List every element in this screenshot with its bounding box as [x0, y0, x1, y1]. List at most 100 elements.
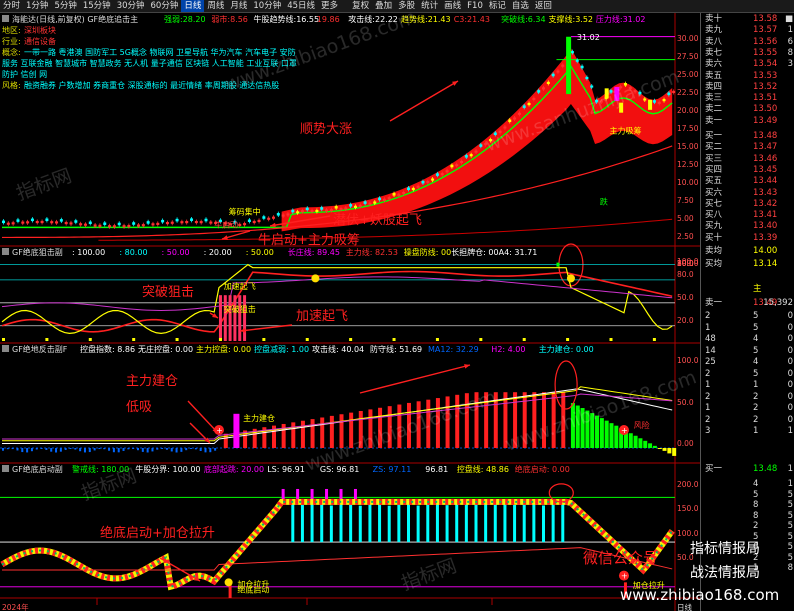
order-cell: 48 — [705, 334, 716, 344]
header-value: 防守线: 51.69 — [370, 344, 422, 354]
detail-row: 2 2 0 — [701, 391, 794, 403]
period-tab-2[interactable]: 5分钟 — [51, 0, 79, 12]
candle-body — [6, 222, 10, 225]
candle-body — [165, 222, 169, 225]
control-bar — [117, 448, 120, 453]
header-value: 压力线:31.02 — [596, 14, 646, 24]
info-key: 概念: — [2, 48, 21, 57]
axis-tick-label: 27.50 — [677, 52, 699, 61]
candle-body — [450, 164, 454, 168]
candle-body — [64, 221, 68, 225]
brand-wechat: 微信公众号 — [583, 549, 659, 567]
brand-title1: 指标情报局 — [690, 541, 760, 557]
candle-body — [127, 224, 131, 228]
candle-body — [93, 224, 97, 227]
tool-button-7[interactable]: 自选 — [509, 0, 532, 12]
order-cell: 3 — [787, 59, 793, 70]
tool-button-5[interactable]: F10 — [464, 0, 486, 12]
detail-header: 主 — [701, 283, 794, 295]
build-label: 主力建仓 — [243, 413, 275, 423]
tool-button-0[interactable]: 复权 — [349, 0, 372, 12]
sell-row: 卖五 13.53 — [701, 70, 794, 82]
header-value: 主力建仓: 0.00 — [539, 344, 594, 354]
control-bar — [108, 448, 111, 451]
info-row: 地区: 深圳板块 — [2, 25, 302, 36]
period-tab-6[interactable]: 日线 — [181, 0, 205, 12]
order-cell: 13.14 — [753, 259, 778, 269]
candle-body — [435, 173, 439, 176]
period-tab-7[interactable]: 周线 — [204, 0, 227, 12]
candle-body — [296, 211, 300, 214]
candle-body — [445, 170, 449, 173]
annotation-arrow — [359, 364, 471, 394]
header-value: 突破线:6.34 — [501, 14, 546, 24]
control-bar — [672, 448, 677, 456]
period-tab-8[interactable]: 月线 — [227, 0, 250, 12]
strength-bar — [320, 503, 324, 543]
order-cell: 13.58 — [753, 14, 778, 24]
control-bar — [652, 445, 657, 448]
candle-body — [556, 70, 560, 73]
control-bar — [214, 448, 217, 451]
control-bar — [194, 448, 197, 450]
candle-body — [122, 225, 126, 228]
detail-row: 2 5 0 — [701, 310, 794, 322]
period-tab-11[interactable]: 更多 — [318, 0, 341, 12]
tool-button-1[interactable]: 叠加 — [372, 0, 395, 12]
trend-band — [281, 48, 673, 232]
strength-bar — [300, 505, 304, 543]
period-tab-4[interactable]: 30分钟 — [114, 0, 148, 12]
control-bar — [127, 448, 130, 450]
control-bar — [657, 448, 662, 449]
candle-body — [180, 221, 184, 224]
candle-body — [209, 221, 213, 224]
order-cell: 13.49 — [753, 115, 778, 126]
sell-row: 卖九 13.57 1 — [701, 24, 794, 36]
breakthrough-bar — [243, 295, 247, 341]
order-cell: 买九 — [705, 221, 723, 232]
detail-row: 48 4 0 — [701, 333, 794, 345]
tool-button-4[interactable]: 画线 — [441, 0, 464, 12]
candle-body — [353, 205, 357, 208]
control-bar — [112, 448, 115, 453]
bottom-tick — [218, 338, 222, 341]
candle-body — [305, 207, 309, 211]
header-value: 牛股分界: 100.00 — [135, 464, 200, 474]
candle-body — [83, 223, 87, 226]
period-tab-10[interactable]: 45日线 — [284, 0, 318, 12]
bottom-tick — [522, 338, 526, 341]
breakthrough-bar — [228, 295, 232, 341]
bottom-tick — [88, 338, 92, 341]
period-tab-5[interactable]: 60分钟 — [148, 0, 182, 12]
order-cell: 0 — [787, 357, 793, 367]
bottom-tick — [435, 338, 439, 341]
period-tab-9[interactable]: 10分钟 — [250, 0, 284, 12]
period-tab-1[interactable]: 1分钟 — [23, 0, 51, 12]
control-bar — [79, 448, 82, 452]
candle-body — [542, 87, 545, 90]
order-cell: 买六 — [705, 187, 723, 198]
detail-row: 1 1 0 — [701, 379, 794, 391]
axis-tick-label: 0.00 — [677, 439, 694, 448]
period-tab-0[interactable]: 分时 — [0, 0, 23, 12]
candle-body — [407, 187, 410, 190]
candle-body — [411, 187, 415, 191]
highlight-circle — [554, 360, 578, 410]
candle-body — [11, 222, 15, 225]
header-value: 强弱:28.20 — [164, 15, 206, 24]
tool-button-8[interactable]: 返回 — [532, 0, 555, 12]
app-window: { "toolbar":{"items":["分时","1分钟","5分钟","… — [0, 0, 794, 611]
breakthrough-bar — [233, 295, 237, 341]
tool-button-3[interactable]: 统计 — [418, 0, 441, 12]
order-cell: 卖四 — [705, 81, 723, 92]
annotation-accel: 加速起飞 — [296, 309, 349, 324]
header-value: ZS: 97.11 — [373, 465, 412, 474]
tool-button-6[interactable]: 标记 — [486, 0, 509, 12]
axis-tick-label: 80.0 — [677, 270, 694, 279]
order-cell: 买二 — [705, 142, 723, 153]
header-value: 长担牌仓: 00 — [451, 247, 498, 257]
period-tab-3[interactable]: 15分钟 — [80, 0, 114, 12]
order-cell: 2 — [705, 311, 711, 321]
annotation-trend: 顺势大涨 — [300, 122, 353, 137]
order-cell: 0 — [787, 368, 793, 379]
